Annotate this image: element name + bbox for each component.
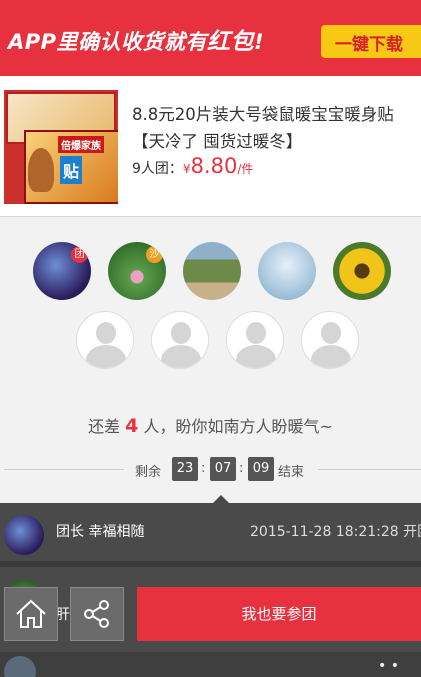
share-button[interactable] [70, 587, 124, 641]
remaining-prefix: 还差 [88, 417, 121, 436]
countdown-separator: : [201, 461, 206, 476]
countdown-hours: 23 [172, 457, 198, 481]
countdown-suffix: 结束 [278, 465, 305, 480]
member-name: 团长 幸福相随 [56, 524, 145, 540]
product-price-line: 9人团：¥8.80/件 [132, 154, 253, 178]
divider-line [4, 469, 124, 470]
empty-slot-avatar [301, 311, 359, 369]
banner-promo-text: APP里确认收货就有红包! [8, 22, 264, 56]
remaining-members-message: 还差 4 人，盼你如南方人盼暖气~ [0, 413, 421, 437]
kangaroo-mascot [28, 148, 54, 192]
empty-slot-avatar [226, 311, 284, 369]
member-name: 肝 [56, 607, 70, 623]
countdown-seconds: 09 [248, 457, 274, 481]
remaining-count: 4 [125, 415, 139, 437]
divider-line [318, 469, 421, 470]
member-avatar[interactable] [333, 242, 391, 300]
placeholder-person-icon [96, 322, 116, 344]
product-title[interactable]: 8.8元20片装大号袋鼠暖宝宝暖身贴【天冷了 囤货过暖冬】 [132, 101, 417, 155]
remaining-suffix: 人，盼你如南方人盼暖气~ [143, 417, 333, 436]
member-join-time: 2015-11-28 18:21:28 开团 [250, 524, 421, 540]
placeholder-person-body [161, 345, 201, 368]
currency-symbol: ¥ [182, 162, 191, 176]
banner-promo-suffix: ! [254, 30, 265, 54]
home-icon [16, 599, 46, 628]
sofa-badge: 沙 [146, 246, 163, 263]
placeholder-person-icon [321, 322, 341, 344]
price-amount: 8.80 [190, 154, 238, 178]
member-avatar[interactable] [258, 242, 316, 300]
download-app-button[interactable]: 一键下载 [321, 25, 421, 58]
placeholder-person-body [236, 345, 276, 368]
member-row-avatar [4, 656, 36, 677]
more-icon: • • [378, 658, 399, 674]
share-icon [84, 600, 109, 628]
countdown-separator: : [239, 461, 244, 476]
countdown-prefix: 剩余 [135, 465, 162, 480]
member-row-avatar [4, 515, 44, 555]
members-list-continued: • • [0, 652, 421, 677]
placeholder-person-body [311, 345, 351, 368]
leader-badge: 团 [71, 246, 88, 263]
countdown-minutes: 07 [210, 457, 236, 481]
price-unit: /件 [237, 162, 254, 176]
member-row[interactable]: 团长 幸福相随 2015-11-28 18:21:28 开团 [0, 503, 421, 555]
home-button[interactable] [4, 587, 58, 641]
placeholder-person-icon [246, 322, 266, 344]
placeholder-person-body [86, 345, 126, 368]
placeholder-person-icon [171, 322, 191, 344]
group-size-label: 9人团： [132, 161, 183, 177]
app-download-banner[interactable]: APP里确认收货就有红包! 一键下载 [0, 0, 421, 76]
banner-promo-highlight: 红包 [207, 29, 255, 55]
member-avatar-leader[interactable]: 团 [33, 242, 91, 300]
product-image-tag: 倍爆家族 [58, 136, 104, 153]
banner-promo-prefix: APP里确认收货就有 [8, 30, 208, 54]
member-avatar[interactable]: 沙 [108, 242, 166, 300]
empty-slot-avatar [76, 311, 134, 369]
member-avatar[interactable] [183, 242, 241, 300]
join-group-button[interactable]: 我也要参团 [137, 587, 421, 641]
product-image[interactable]: 倍爆家族 贴 [4, 90, 118, 204]
product-image-char: 贴 [60, 156, 83, 184]
countdown-timer: 剩余 23 : 07 : 09 结束 [0, 457, 421, 483]
empty-slot-avatar [151, 311, 209, 369]
